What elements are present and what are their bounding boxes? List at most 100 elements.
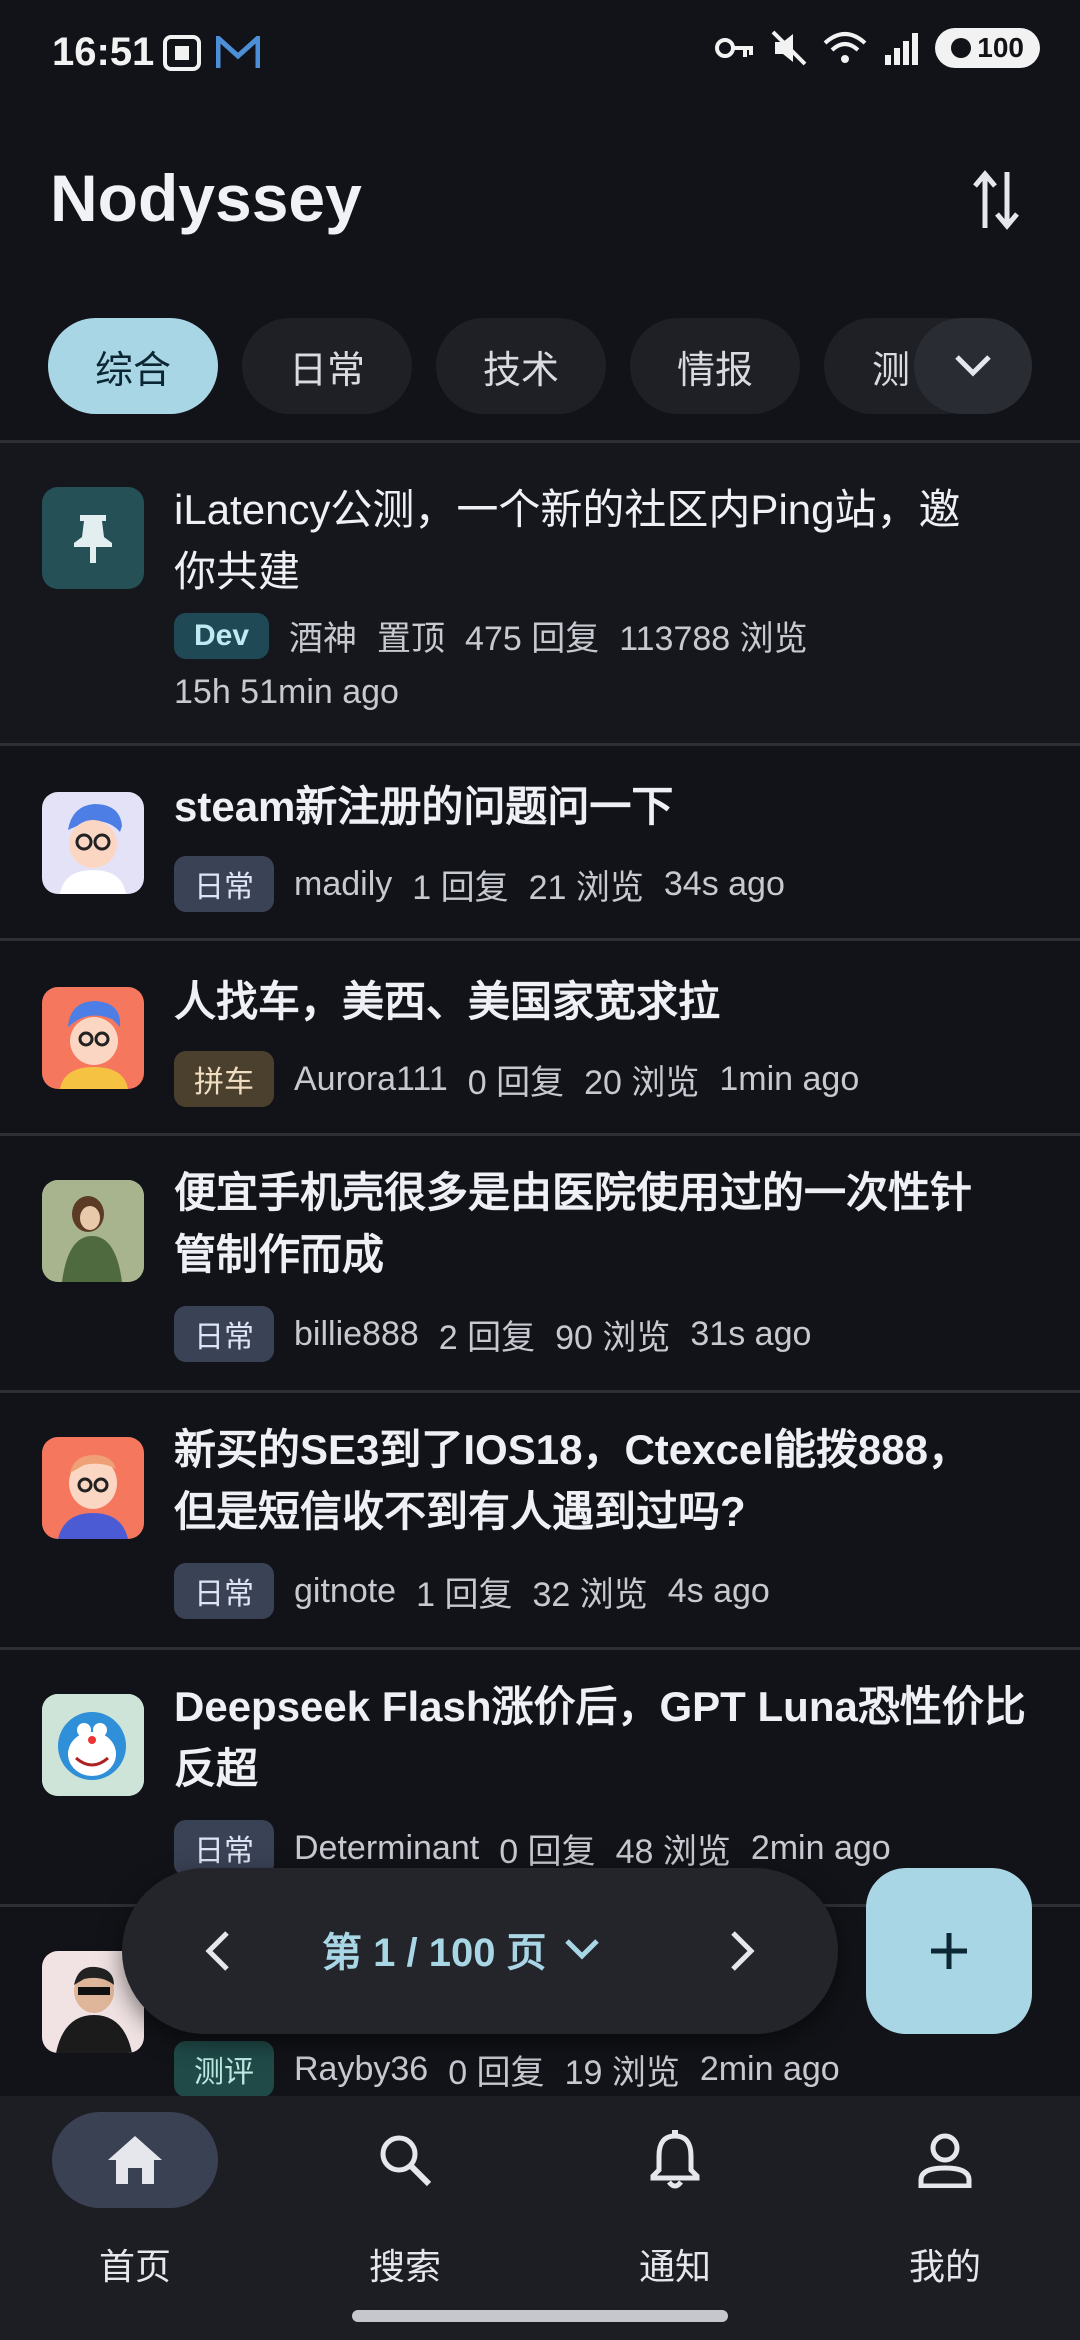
- home-indicator[interactable]: [352, 2310, 728, 2322]
- post-title-cont: 你共建: [174, 548, 301, 595]
- avatar[interactable]: [42, 1694, 144, 1796]
- post-time: 31s ago: [690, 1314, 812, 1353]
- category-tag[interactable]: 测评: [174, 2041, 274, 2096]
- reply-count: 1 回复: [412, 868, 509, 907]
- avatar[interactable]: [42, 1180, 144, 1282]
- post-title-cont: 反超: [174, 1745, 259, 1792]
- nav-search[interactable]: 搜索: [270, 2112, 540, 2312]
- post-title-cont: 但是短信收不到有人遇到过吗?: [174, 1488, 746, 1535]
- nav-label: 我的: [908, 2246, 981, 2287]
- bottom-navigation: 首页 搜索 通知 我的: [0, 2096, 1080, 2340]
- sort-arrows-icon: [973, 170, 1019, 230]
- post-title: iLatency公测，一个新的社区内Ping站，邀: [174, 486, 961, 533]
- signal-icon: [885, 33, 919, 65]
- post-title: steam新注册的问题问一下: [174, 783, 674, 830]
- category-tabs: 综合 日常 技术 情报 测: [48, 318, 1048, 416]
- post-meta: 测评 Rayby36 0 回复 19 浏览 2min ago: [174, 2041, 840, 2096]
- prev-page-button[interactable]: [178, 1911, 258, 1991]
- chevron-right-icon: [731, 1931, 755, 1971]
- nav-profile[interactable]: 我的: [810, 2112, 1080, 2312]
- page-indicator: 第 1 / 100 页: [322, 1931, 547, 1975]
- post-time: 1min ago: [719, 1059, 860, 1098]
- nav-label: 首页: [98, 2246, 171, 2287]
- mail-app-icon: [216, 36, 260, 68]
- page-selector[interactable]: 第 1 / 100 页: [322, 1920, 601, 1978]
- post-title: Deepseek Flash涨价后，GPT Luna恐性价比: [174, 1683, 1026, 1730]
- nav-home[interactable]: 首页: [0, 2112, 270, 2312]
- avatar[interactable]: [42, 1437, 144, 1539]
- category-tag[interactable]: 日常: [174, 1563, 274, 1619]
- tab-intel[interactable]: 情报: [630, 318, 800, 414]
- wifi-icon: [823, 32, 867, 63]
- post-author[interactable]: Aurora111: [294, 1060, 448, 1099]
- pinned-label: 置顶: [377, 620, 446, 658]
- key-icon: [715, 38, 754, 58]
- reply-count: 0 回复: [499, 1832, 596, 1871]
- mute-icon: [771, 30, 807, 66]
- post-author[interactable]: gitnote: [294, 1572, 396, 1611]
- status-bar: 16:51 100: [0, 0, 1080, 110]
- status-time: 16:51: [52, 30, 155, 74]
- post-time: 4s ago: [667, 1571, 770, 1610]
- battery-indicator: 100: [935, 28, 1040, 68]
- view-count: 20 浏览: [584, 1063, 700, 1102]
- post-time: 34s ago: [663, 864, 785, 903]
- post-item-pinned[interactable]: iLatency公测，一个新的社区内Ping站，邀 你共建 Dev 酒神 置顶 …: [0, 443, 1080, 743]
- post-author[interactable]: 酒神: [289, 611, 357, 660]
- pin-icon: [42, 487, 144, 589]
- post-title: 便宜手机壳很多是由医院使用过的一次性针: [174, 1169, 973, 1216]
- post-author[interactable]: Determinant: [294, 1829, 479, 1868]
- view-count: 32 浏览: [532, 1575, 648, 1614]
- post-time: 2min ago: [750, 1828, 891, 1867]
- reply-count: 2 回复: [438, 1318, 536, 1357]
- sort-button[interactable]: [956, 160, 1036, 240]
- post-time: 2min ago: [699, 2049, 840, 2088]
- person-icon: [918, 2133, 972, 2188]
- tabs-expand-button[interactable]: [914, 318, 1032, 414]
- reply-count: 1 回复: [416, 1575, 513, 1614]
- post-meta: 日常 madily 1 回复 21 浏览 34s ago: [174, 856, 785, 912]
- post-item[interactable]: 便宜手机壳很多是由医院使用过的一次性针 管制作而成 日常 billie888 2…: [0, 1136, 1080, 1390]
- home-icon: [108, 2136, 162, 2184]
- post-title: 人找车，美西、美国家宽求拉: [174, 978, 721, 1025]
- post-item[interactable]: 人找车，美西、美国家宽求拉 拼车 Aurora111 0 回复 20 浏览 1m…: [0, 941, 1080, 1133]
- tab-general[interactable]: 综合: [48, 318, 218, 414]
- chevron-down-icon: [564, 1939, 599, 1960]
- post-author[interactable]: madily: [294, 865, 392, 904]
- post-meta: 日常 billie888 2 回复 90 浏览 31s ago: [174, 1306, 811, 1362]
- nav-label: 通知: [638, 2246, 711, 2287]
- view-count: 48 浏览: [615, 1832, 731, 1871]
- category-tag[interactable]: Dev: [174, 612, 270, 659]
- view-count: 21 浏览: [528, 868, 644, 907]
- chevron-left-icon: [205, 1931, 229, 1971]
- post-item[interactable]: steam新注册的问题问一下 日常 madily 1 回复 21 浏览 34s …: [0, 746, 1080, 938]
- post-item[interactable]: 新买的SE3到了IOS18，Ctexcel能拨888， 但是短信收不到有人遇到过…: [0, 1393, 1080, 1647]
- post-author[interactable]: billie888: [294, 1315, 419, 1354]
- category-tag[interactable]: 日常: [174, 1306, 274, 1362]
- app-title: Nodyssey: [50, 161, 362, 235]
- view-count: 113788 浏览: [619, 620, 808, 658]
- post-meta: 日常 gitnote 1 回复 32 浏览 4s ago: [174, 1563, 770, 1619]
- nav-label: 搜索: [368, 2246, 441, 2287]
- search-icon: [380, 2135, 432, 2187]
- nav-notifications[interactable]: 通知: [540, 2112, 810, 2312]
- category-tag[interactable]: 拼车: [174, 1051, 274, 1107]
- avatar[interactable]: [42, 987, 144, 1089]
- new-post-button[interactable]: [866, 1868, 1032, 2034]
- post-item[interactable]: Deepseek Flash涨价后，GPT Luna恐性价比 反超 日常 Det…: [0, 1650, 1080, 1904]
- post-author[interactable]: Rayby36: [294, 2050, 428, 2089]
- view-count: 90 浏览: [555, 1318, 671, 1357]
- post-title-cont: 管制作而成: [174, 1231, 385, 1278]
- post-meta: Dev 酒神 置顶 475 回复 113788 浏览: [174, 611, 808, 660]
- view-count: 19 浏览: [564, 2053, 680, 2092]
- tab-daily[interactable]: 日常: [242, 318, 412, 414]
- category-tag[interactable]: 日常: [174, 856, 274, 912]
- pagination-bar: 第 1 / 100 页: [122, 1868, 838, 2034]
- tab-tech[interactable]: 技术: [436, 318, 606, 414]
- post-meta: 拼车 Aurora111 0 回复 20 浏览 1min ago: [174, 1051, 859, 1107]
- plus-icon: [931, 1933, 967, 1969]
- avatar[interactable]: [42, 792, 144, 894]
- reply-count: 475 回复: [465, 620, 600, 658]
- next-page-button[interactable]: [702, 1911, 782, 1991]
- screenshot-icon: [163, 35, 201, 71]
